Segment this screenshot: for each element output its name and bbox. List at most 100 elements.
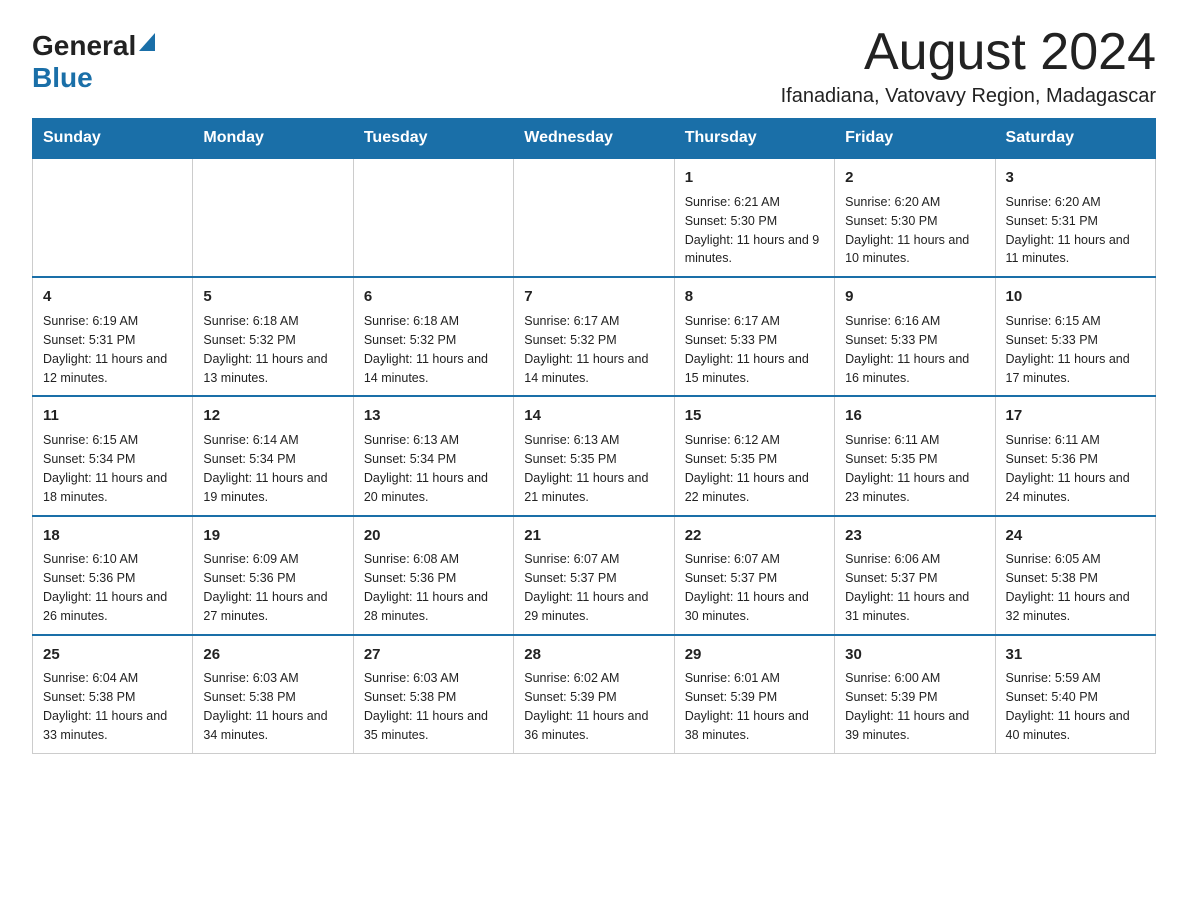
day-cell: 4Sunrise: 6:19 AMSunset: 5:31 PMDaylight…: [33, 277, 193, 396]
day-number: 26: [203, 644, 342, 666]
day-info-line: Sunset: 5:35 PM: [845, 452, 937, 466]
day-info-line: Daylight: 11 hours and 24 minutes.: [1006, 471, 1130, 504]
day-number: 23: [845, 525, 984, 547]
day-info-line: Daylight: 11 hours and 11 minutes.: [1006, 233, 1130, 266]
day-cell: 28Sunrise: 6:02 AMSunset: 5:39 PMDayligh…: [514, 635, 674, 754]
day-number: 5: [203, 286, 342, 308]
day-cell: 16 Sunrise: 6:11 AM Sunset: 5:35 PM Dayligh…: [835, 396, 995, 515]
day-info-line: Sunrise: 6:19 AM: [43, 314, 138, 328]
day-info-line: Sunset: 5:40 PM: [1006, 690, 1098, 704]
day-number: 29: [685, 644, 824, 666]
day-info-line: Daylight: 11 hours and 30 minutes.: [685, 590, 809, 623]
day-number: 19: [203, 525, 342, 547]
day-info-line: Daylight: 11 hours and 17 minutes.: [1006, 352, 1130, 385]
header-sunday: Sunday: [33, 119, 193, 159]
day-info-line: Sunset: 5:33 PM: [685, 333, 777, 347]
day-info-line: Sunrise: 6:15 AM: [43, 433, 138, 447]
day-info-line: Daylight: 11 hours and 33 minutes.: [43, 709, 167, 742]
day-cell: 10Sunrise: 6:15 AMSunset: 5:33 PMDayligh…: [995, 277, 1155, 396]
day-info-line: Sunrise: 6:17 AM: [685, 314, 780, 328]
day-info-line: Daylight: 11 hours and 39 minutes.: [845, 709, 969, 742]
day-info-line: Daylight: 11 hours and 10 minutes.: [845, 233, 969, 266]
day-info-line: Daylight: 11 hours and 27 minutes.: [203, 590, 327, 623]
day-info-line: Sunset: 5:34 PM: [364, 452, 456, 466]
day-number: 15: [685, 405, 824, 427]
day-info-line: Sunrise: 6:21 AM: [685, 195, 780, 209]
day-cell: 5Sunrise: 6:18 AMSunset: 5:32 PMDaylight…: [193, 277, 353, 396]
day-info-line: Sunset: 5:38 PM: [43, 690, 135, 704]
weekday-header-row: Sunday Monday Tuesday Wednesday Thursday…: [33, 119, 1156, 159]
day-cell: 26Sunrise: 6:03 AMSunset: 5:38 PMDayligh…: [193, 635, 353, 754]
week-row-3: 11Sunrise: 6:15 AMSunset: 5:34 PMDayligh…: [33, 396, 1156, 515]
day-info-line: Daylight: 11 hours and 9 minutes.: [685, 233, 820, 266]
day-cell: 17Sunrise: 6:11 AMSunset: 5:36 PMDayligh…: [995, 396, 1155, 515]
day-info-line: Daylight: 11 hours and 18 minutes.: [43, 471, 167, 504]
header-thursday: Thursday: [674, 119, 834, 159]
day-info-line: Sunset: 5:36 PM: [43, 571, 135, 585]
title-area: August 2024 Ifanadiana, Vatovavy Region,…: [781, 24, 1156, 108]
location-title: Ifanadiana, Vatovavy Region, Madagascar: [781, 85, 1156, 108]
day-info-line: Daylight: 11 hours and 40 minutes.: [1006, 709, 1130, 742]
day-number: 14: [524, 405, 663, 427]
day-cell: 23 Sunrise: 6:06 AM Sunset: 5:37 PM Dayligh…: [835, 516, 995, 635]
day-info-line: Daylight: 11 hours and 21 minutes.: [524, 471, 648, 504]
page-header: General Blue August 2024 Ifanadiana, Vat…: [32, 24, 1156, 108]
day-number: 22: [685, 525, 824, 547]
day-info-line: Sunset: 5:37 PM: [845, 571, 937, 585]
day-cell: 21Sunrise: 6:07 AMSunset: 5:37 PMDayligh…: [514, 516, 674, 635]
day-info-line: Sunrise: 6:20 AM: [845, 195, 940, 209]
day-info-line: Daylight: 11 hours and 14 minutes.: [524, 352, 648, 385]
day-info-line: Sunrise: 6:07 AM: [685, 552, 780, 566]
day-info-line: Sunset: 5:38 PM: [203, 690, 295, 704]
day-number: 21: [524, 525, 663, 547]
day-number: 13: [364, 405, 503, 427]
day-info-line: Daylight: 11 hours and 23 minutes.: [845, 471, 969, 504]
day-info-line: Sunrise: 6:11 AM: [845, 433, 939, 447]
day-number: 2: [845, 167, 984, 189]
day-info-line: Sunset: 5:31 PM: [1006, 214, 1098, 228]
day-info-line: Sunrise: 6:17 AM: [524, 314, 619, 328]
day-info-line: Sunset: 5:33 PM: [1006, 333, 1098, 347]
day-cell: 6Sunrise: 6:18 AMSunset: 5:32 PMDaylight…: [353, 277, 513, 396]
day-cell: 24Sunrise: 6:05 AMSunset: 5:38 PMDayligh…: [995, 516, 1155, 635]
day-number: 27: [364, 644, 503, 666]
day-cell: 29Sunrise: 6:01 AMSunset: 5:39 PMDayligh…: [674, 635, 834, 754]
day-info-line: Sunset: 5:33 PM: [845, 333, 937, 347]
calendar-table: Sunday Monday Tuesday Wednesday Thursday…: [32, 118, 1156, 754]
day-info-line: Daylight: 11 hours and 31 minutes.: [845, 590, 969, 623]
day-info-line: Sunrise: 6:05 AM: [1006, 552, 1101, 566]
day-info-line: Sunrise: 6:08 AM: [364, 552, 459, 566]
logo: General Blue: [32, 24, 155, 94]
day-info-line: Sunrise: 6:16 AM: [845, 314, 940, 328]
day-info-line: Daylight: 11 hours and 12 minutes.: [43, 352, 167, 385]
week-row-5: 25Sunrise: 6:04 AMSunset: 5:38 PMDayligh…: [33, 635, 1156, 754]
day-info-line: Sunset: 5:38 PM: [364, 690, 456, 704]
month-title: August 2024: [781, 24, 1156, 81]
day-cell: 22 Sunrise: 6:07 AM Sunset: 5:37 PM Dayligh…: [674, 516, 834, 635]
day-info-line: Sunrise: 6:06 AM: [845, 552, 940, 566]
day-cell: 18Sunrise: 6:10 AMSunset: 5:36 PMDayligh…: [33, 516, 193, 635]
day-info-line: Sunset: 5:35 PM: [685, 452, 777, 466]
day-info-line: Sunset: 5:39 PM: [685, 690, 777, 704]
logo-triangle-icon: [139, 33, 155, 56]
day-info-line: Sunset: 5:37 PM: [524, 571, 616, 585]
week-row-4: 18Sunrise: 6:10 AMSunset: 5:36 PMDayligh…: [33, 516, 1156, 635]
day-info-line: Sunrise: 6:18 AM: [203, 314, 298, 328]
day-info-line: Sunrise: 6:03 AM: [364, 671, 459, 685]
day-info-line: Sunrise: 6:13 AM: [524, 433, 619, 447]
day-number: 3: [1006, 167, 1145, 189]
day-info-line: Sunset: 5:35 PM: [524, 452, 616, 466]
day-info-line: Sunrise: 6:15 AM: [1006, 314, 1101, 328]
day-info-line: Sunset: 5:37 PM: [685, 571, 777, 585]
day-number: 16: [845, 405, 984, 427]
day-cell: 8Sunrise: 6:17 AMSunset: 5:33 PMDaylight…: [674, 277, 834, 396]
day-info-line: Sunset: 5:32 PM: [524, 333, 616, 347]
day-cell: 14 Sunrise: 6:13 AM Sunset: 5:35 PM Dayligh…: [514, 396, 674, 515]
day-info-line: Sunrise: 6:18 AM: [364, 314, 459, 328]
day-number: 7: [524, 286, 663, 308]
day-info-line: Sunset: 5:31 PM: [43, 333, 135, 347]
day-cell: 3Sunrise: 6:20 AMSunset: 5:31 PMDaylight…: [995, 158, 1155, 277]
day-info-line: Sunset: 5:30 PM: [845, 214, 937, 228]
day-info-line: Sunrise: 6:07 AM: [524, 552, 619, 566]
day-info-line: Sunset: 5:36 PM: [1006, 452, 1098, 466]
